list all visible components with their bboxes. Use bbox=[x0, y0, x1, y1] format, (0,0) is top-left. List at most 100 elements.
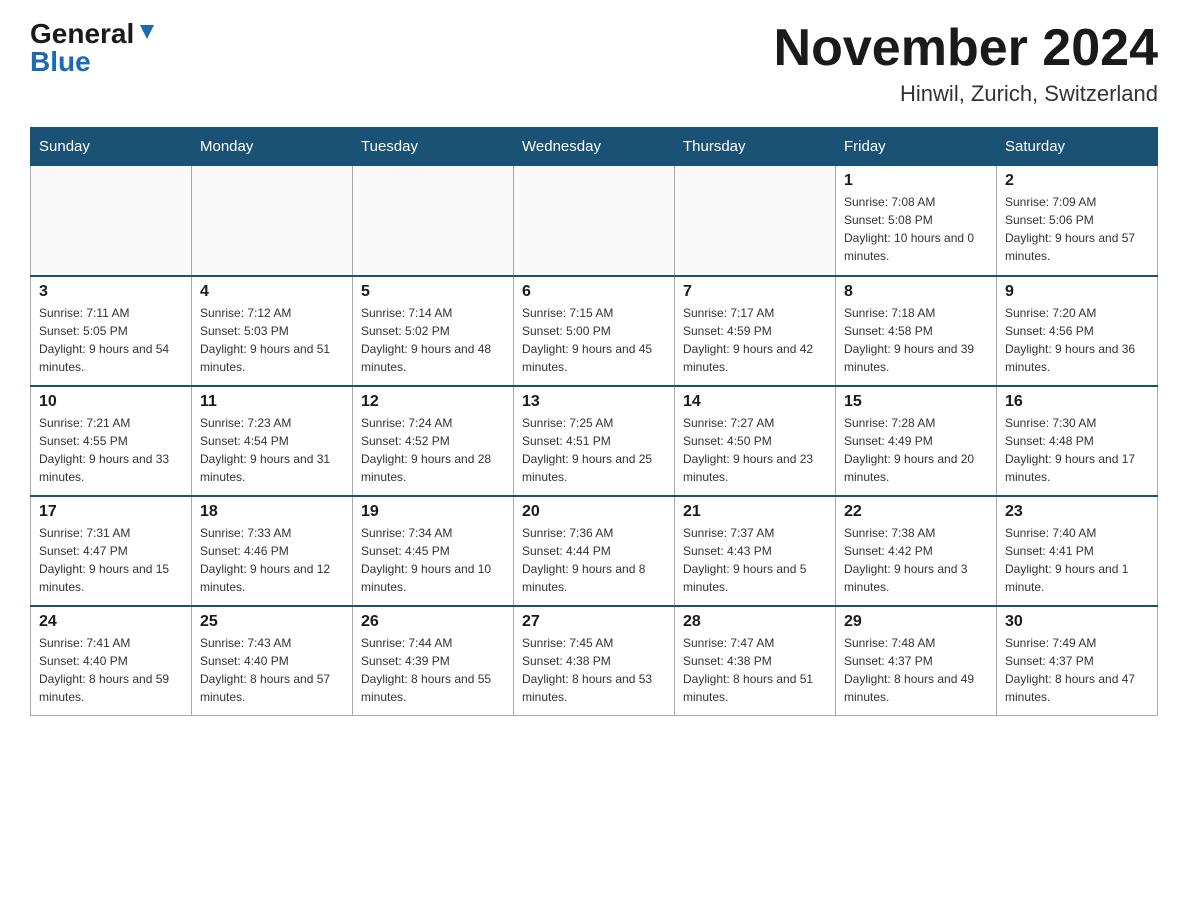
calendar-cell: 24 Sunrise: 7:41 AMSunset: 4:40 PMDayligh… bbox=[31, 606, 192, 716]
calendar-cell: 3 Sunrise: 7:11 AMSunset: 5:05 PMDaylight… bbox=[31, 276, 192, 386]
calendar-week-row: 10Sunrise: 7:21 AMSunset: 4:55 PMDayligh… bbox=[31, 386, 1158, 496]
calendar-cell: 16 Sunrise: 7:30 AMSunset: 4:48 PMDayligh… bbox=[997, 386, 1158, 496]
calendar-cell bbox=[192, 166, 353, 276]
day-number: 7 bbox=[683, 283, 827, 301]
calendar-cell: 30 Sunrise: 7:49 AMSunset: 4:37 PMDayligh… bbox=[997, 606, 1158, 716]
weekday-header-friday: Friday bbox=[836, 128, 997, 166]
weekday-header-monday: Monday bbox=[192, 128, 353, 166]
day-info: Sunrise: 7:45 AMSunset: 4:38 PMDaylight:… bbox=[522, 634, 666, 706]
day-info: Sunrise: 7:14 AMSunset: 5:02 PMDaylight:… bbox=[361, 304, 505, 376]
calendar-cell: 27 Sunrise: 7:45 AMSunset: 4:38 PMDayligh… bbox=[514, 606, 675, 716]
day-info: Sunrise: 7:33 AMSunset: 4:46 PMDaylight:… bbox=[200, 524, 344, 596]
day-info: Sunrise: 7:28 AMSunset: 4:49 PMDaylight:… bbox=[844, 414, 988, 486]
day-number: 4 bbox=[200, 283, 344, 301]
calendar-table: SundayMondayTuesdayWednesdayThursdayFrid… bbox=[30, 127, 1158, 716]
day-number: 20 bbox=[522, 503, 666, 521]
calendar-cell: 18Sunrise: 7:33 AMSunset: 4:46 PMDayligh… bbox=[192, 496, 353, 606]
page-header: General Blue November 2024 Hinwil, Zuric… bbox=[30, 20, 1158, 107]
calendar-cell: 6 Sunrise: 7:15 AMSunset: 5:00 PMDaylight… bbox=[514, 276, 675, 386]
weekday-header-sunday: Sunday bbox=[31, 128, 192, 166]
calendar-cell bbox=[514, 166, 675, 276]
logo: General Blue bbox=[30, 20, 158, 76]
day-info: Sunrise: 7:09 AMSunset: 5:06 PMDaylight:… bbox=[1005, 193, 1149, 265]
day-info: Sunrise: 7:47 AMSunset: 4:38 PMDaylight:… bbox=[683, 634, 827, 706]
logo-general: General bbox=[30, 20, 134, 48]
weekday-header-saturday: Saturday bbox=[997, 128, 1158, 166]
day-number: 6 bbox=[522, 283, 666, 301]
day-info: Sunrise: 7:44 AMSunset: 4:39 PMDaylight:… bbox=[361, 634, 505, 706]
day-info: Sunrise: 7:25 AMSunset: 4:51 PMDaylight:… bbox=[522, 414, 666, 486]
month-title: November 2024 bbox=[774, 20, 1158, 77]
day-number: 23 bbox=[1005, 503, 1149, 521]
calendar-cell: 19 Sunrise: 7:34 AMSunset: 4:45 PMDayligh… bbox=[353, 496, 514, 606]
day-info: Sunrise: 7:49 AMSunset: 4:37 PMDaylight:… bbox=[1005, 634, 1149, 706]
calendar-week-row: 24 Sunrise: 7:41 AMSunset: 4:40 PMDayligh… bbox=[31, 606, 1158, 716]
day-info: Sunrise: 7:18 AMSunset: 4:58 PMDaylight:… bbox=[844, 304, 988, 376]
calendar-cell: 8 Sunrise: 7:18 AMSunset: 4:58 PMDaylight… bbox=[836, 276, 997, 386]
day-info: Sunrise: 7:17 AMSunset: 4:59 PMDaylight:… bbox=[683, 304, 827, 376]
calendar-cell: 21Sunrise: 7:37 AMSunset: 4:43 PMDayligh… bbox=[675, 496, 836, 606]
calendar-cell: 13 Sunrise: 7:25 AMSunset: 4:51 PMDayligh… bbox=[514, 386, 675, 496]
day-number: 30 bbox=[1005, 613, 1149, 631]
location-title: Hinwil, Zurich, Switzerland bbox=[774, 81, 1158, 107]
day-number: 26 bbox=[361, 613, 505, 631]
day-info: Sunrise: 7:15 AMSunset: 5:00 PMDaylight:… bbox=[522, 304, 666, 376]
calendar-week-row: 17Sunrise: 7:31 AMSunset: 4:47 PMDayligh… bbox=[31, 496, 1158, 606]
day-number: 2 bbox=[1005, 172, 1149, 190]
calendar-cell: 10Sunrise: 7:21 AMSunset: 4:55 PMDayligh… bbox=[31, 386, 192, 496]
day-number: 9 bbox=[1005, 283, 1149, 301]
day-number: 22 bbox=[844, 503, 988, 521]
calendar-cell: 9 Sunrise: 7:20 AMSunset: 4:56 PMDaylight… bbox=[997, 276, 1158, 386]
day-info: Sunrise: 7:41 AMSunset: 4:40 PMDaylight:… bbox=[39, 634, 183, 706]
day-info: Sunrise: 7:38 AMSunset: 4:42 PMDaylight:… bbox=[844, 524, 988, 596]
day-info: Sunrise: 7:34 AMSunset: 4:45 PMDaylight:… bbox=[361, 524, 505, 596]
weekday-header-thursday: Thursday bbox=[675, 128, 836, 166]
day-number: 10 bbox=[39, 393, 183, 411]
day-info: Sunrise: 7:08 AMSunset: 5:08 PMDaylight:… bbox=[844, 193, 988, 265]
weekday-header-row: SundayMondayTuesdayWednesdayThursdayFrid… bbox=[31, 128, 1158, 166]
day-number: 16 bbox=[1005, 393, 1149, 411]
calendar-cell bbox=[675, 166, 836, 276]
day-info: Sunrise: 7:11 AMSunset: 5:05 PMDaylight:… bbox=[39, 304, 183, 376]
day-number: 5 bbox=[361, 283, 505, 301]
calendar-cell: 7 Sunrise: 7:17 AMSunset: 4:59 PMDaylight… bbox=[675, 276, 836, 386]
day-number: 8 bbox=[844, 283, 988, 301]
day-number: 15 bbox=[844, 393, 988, 411]
day-number: 19 bbox=[361, 503, 505, 521]
calendar-cell bbox=[353, 166, 514, 276]
day-number: 21 bbox=[683, 503, 827, 521]
calendar-cell: 25Sunrise: 7:43 AMSunset: 4:40 PMDayligh… bbox=[192, 606, 353, 716]
calendar-cell: 12 Sunrise: 7:24 AMSunset: 4:52 PMDayligh… bbox=[353, 386, 514, 496]
title-section: November 2024 Hinwil, Zurich, Switzerlan… bbox=[774, 20, 1158, 107]
day-info: Sunrise: 7:24 AMSunset: 4:52 PMDaylight:… bbox=[361, 414, 505, 486]
day-number: 17 bbox=[39, 503, 183, 521]
day-number: 13 bbox=[522, 393, 666, 411]
calendar-cell: 11Sunrise: 7:23 AMSunset: 4:54 PMDayligh… bbox=[192, 386, 353, 496]
logo-blue: Blue bbox=[30, 46, 91, 77]
calendar-cell: 23 Sunrise: 7:40 AMSunset: 4:41 PMDayligh… bbox=[997, 496, 1158, 606]
calendar-cell: 14 Sunrise: 7:27 AMSunset: 4:50 PMDayligh… bbox=[675, 386, 836, 496]
calendar-cell: 15 Sunrise: 7:28 AMSunset: 4:49 PMDayligh… bbox=[836, 386, 997, 496]
day-number: 14 bbox=[683, 393, 827, 411]
calendar-cell: 17Sunrise: 7:31 AMSunset: 4:47 PMDayligh… bbox=[31, 496, 192, 606]
calendar-cell: 28Sunrise: 7:47 AMSunset: 4:38 PMDayligh… bbox=[675, 606, 836, 716]
calendar-cell: 29 Sunrise: 7:48 AMSunset: 4:37 PMDayligh… bbox=[836, 606, 997, 716]
weekday-header-wednesday: Wednesday bbox=[514, 128, 675, 166]
day-info: Sunrise: 7:40 AMSunset: 4:41 PMDaylight:… bbox=[1005, 524, 1149, 596]
calendar-cell: 5 Sunrise: 7:14 AMSunset: 5:02 PMDaylight… bbox=[353, 276, 514, 386]
day-info: Sunrise: 7:48 AMSunset: 4:37 PMDaylight:… bbox=[844, 634, 988, 706]
day-info: Sunrise: 7:12 AMSunset: 5:03 PMDaylight:… bbox=[200, 304, 344, 376]
day-number: 12 bbox=[361, 393, 505, 411]
weekday-header-tuesday: Tuesday bbox=[353, 128, 514, 166]
day-info: Sunrise: 7:27 AMSunset: 4:50 PMDaylight:… bbox=[683, 414, 827, 486]
day-number: 3 bbox=[39, 283, 183, 301]
day-info: Sunrise: 7:20 AMSunset: 4:56 PMDaylight:… bbox=[1005, 304, 1149, 376]
calendar-cell: 4 Sunrise: 7:12 AMSunset: 5:03 PMDaylight… bbox=[192, 276, 353, 386]
day-number: 27 bbox=[522, 613, 666, 631]
day-info: Sunrise: 7:23 AMSunset: 4:54 PMDaylight:… bbox=[200, 414, 344, 486]
day-number: 24 bbox=[39, 613, 183, 631]
day-info: Sunrise: 7:30 AMSunset: 4:48 PMDaylight:… bbox=[1005, 414, 1149, 486]
day-number: 29 bbox=[844, 613, 988, 631]
day-number: 25 bbox=[200, 613, 344, 631]
calendar-cell: 2 Sunrise: 7:09 AMSunset: 5:06 PMDaylight… bbox=[997, 166, 1158, 276]
